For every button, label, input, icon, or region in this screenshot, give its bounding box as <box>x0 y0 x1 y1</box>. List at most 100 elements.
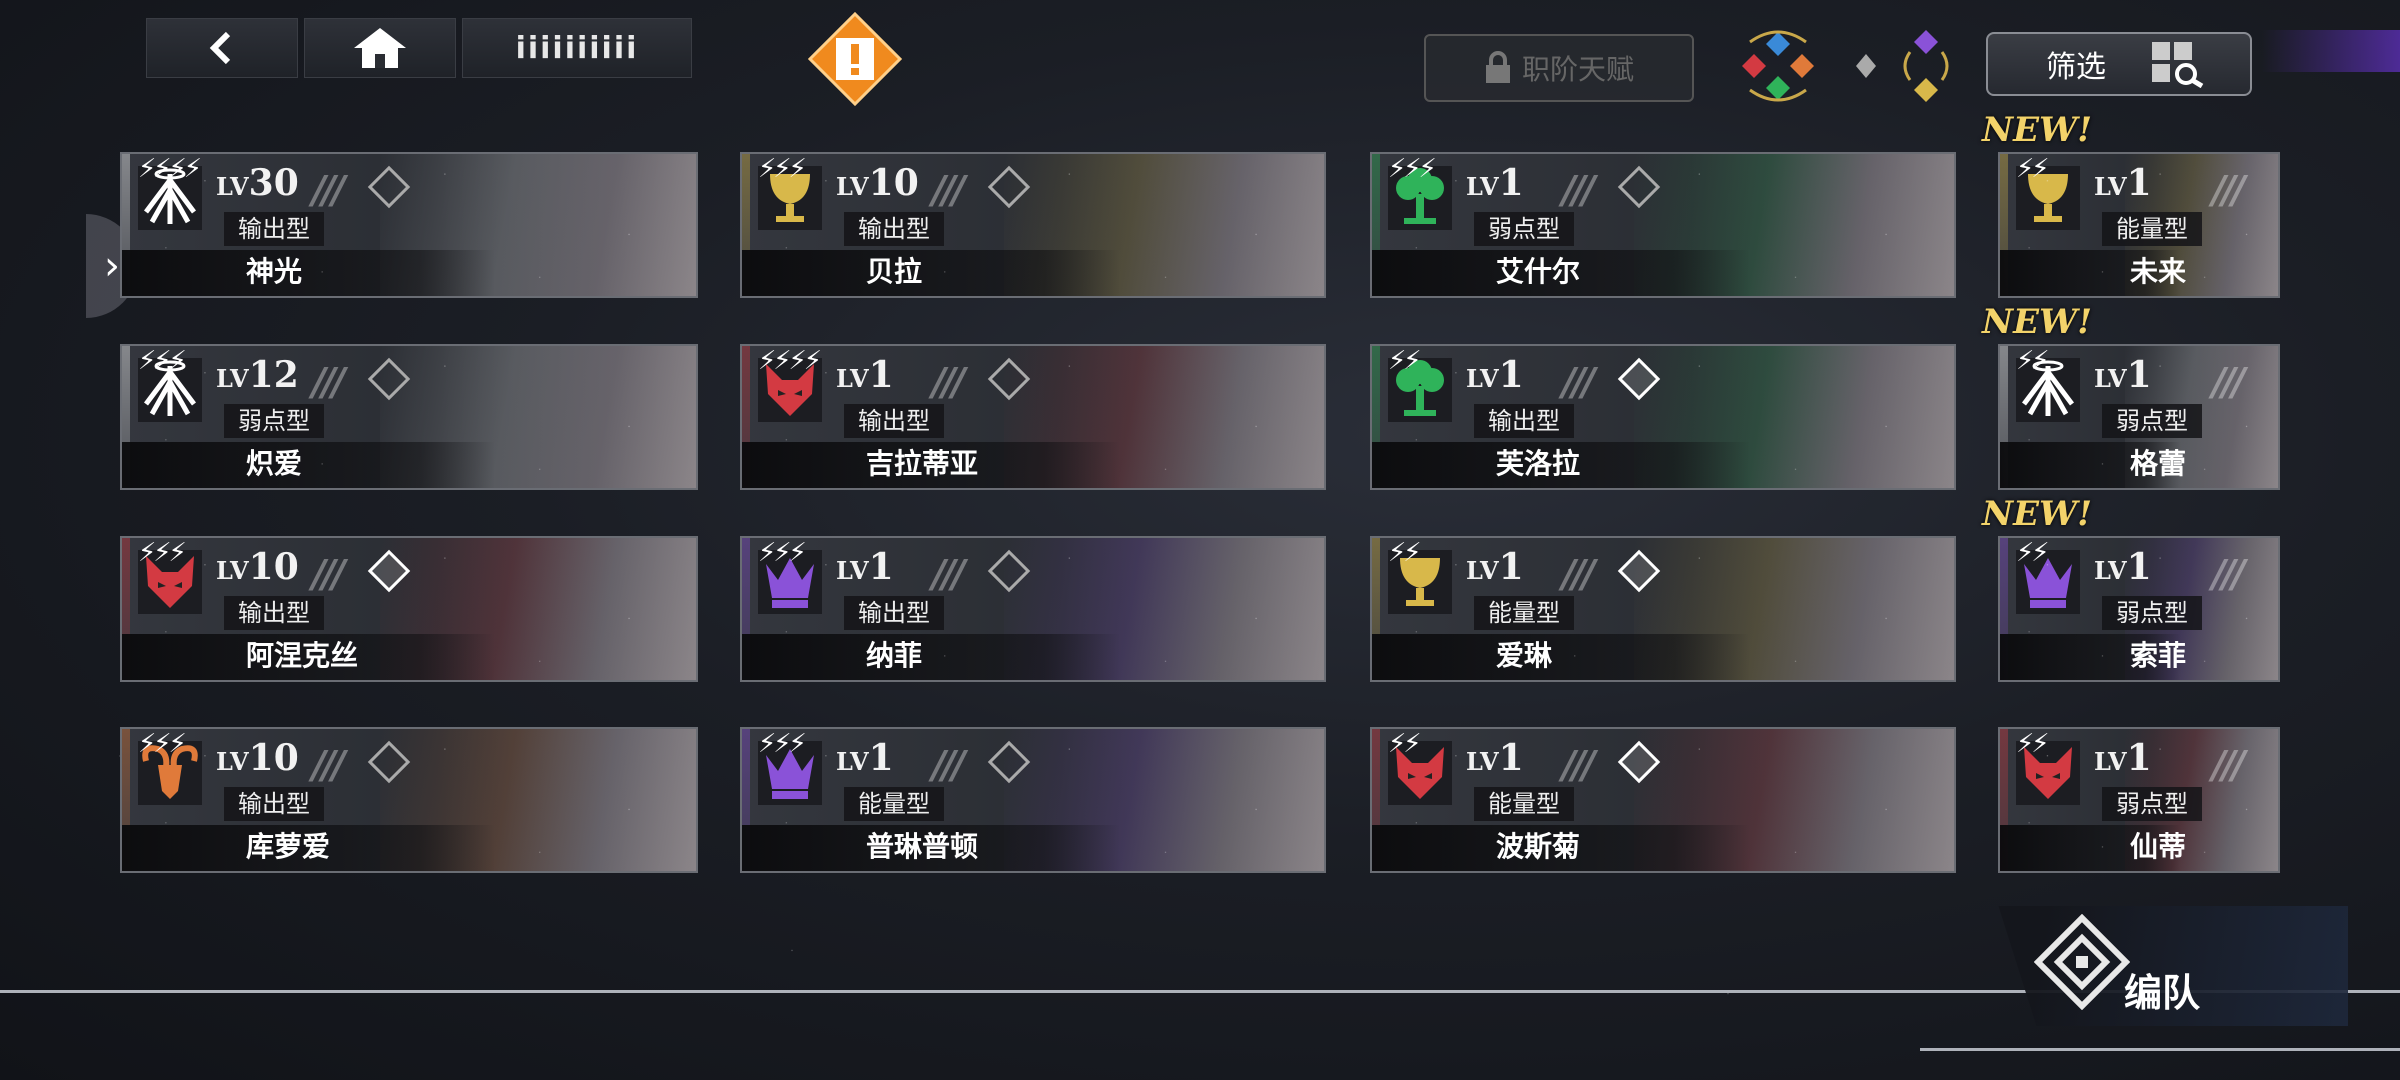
level-value: 1 <box>1498 737 1524 779</box>
level-value: 10 <box>868 162 919 204</box>
character-card[interactable]: LV1 /// 能量型 ⚡⚡ 爱琳 <box>1370 536 1956 682</box>
character-type: 输出型 <box>224 787 324 821</box>
level-value: 12 <box>248 354 299 396</box>
level-value: 1 <box>868 354 894 396</box>
level-value: 1 <box>1498 546 1524 588</box>
level-value: 1 <box>868 546 894 588</box>
class-talent-button[interactable]: 职阶天赋 <box>1424 34 1694 102</box>
character-type: 弱点型 <box>1474 212 1574 246</box>
character-card[interactable]: LV12 /// 弱点型 ⚡⚡⚡ 炽爱 <box>120 344 698 490</box>
tree-icon <box>1388 166 1452 230</box>
lock-icon <box>1485 51 1510 83</box>
character-name: 神光 <box>246 255 303 288</box>
alert-icon[interactable] <box>808 12 902 106</box>
new-badge: NEW! <box>1982 302 2093 342</box>
character-card[interactable]: LV1 /// 输出型 ⚡⚡ 芙洛拉 <box>1370 344 1956 490</box>
character-name: 仙蒂 <box>2130 830 2187 863</box>
rank-slash-icon: /// <box>932 552 966 596</box>
character-card[interactable]: LV10 /// 输出型 ⚡⚡⚡ 阿涅克丝 <box>120 536 698 682</box>
level-value: 1 <box>2126 354 2152 396</box>
character-type: 输出型 <box>844 596 944 630</box>
character-name: 纳菲 <box>866 639 923 672</box>
rank-slash-icon: /// <box>2212 168 2246 212</box>
character-card[interactable]: LV1 /// 弱点型 ⚡⚡⚡ 艾什尔 <box>1370 152 1956 298</box>
character-card[interactable]: LV1 /// 输出型 ⚡⚡⚡ 纳菲 <box>740 536 1326 682</box>
character-type: 能量型 <box>1474 596 1574 630</box>
character-type: 能量型 <box>1474 787 1574 821</box>
new-badge: NEW! <box>1982 110 2093 150</box>
wings-icon <box>138 358 202 422</box>
level-value: 1 <box>2126 546 2152 588</box>
character-name: 吉拉蒂亚 <box>866 447 979 480</box>
name-bar <box>1372 634 1751 680</box>
page-title: iiiiiiiiii <box>462 18 692 78</box>
team-formation-button[interactable]: 编队 <box>1968 906 2348 1026</box>
bottom-divider-secondary <box>1920 1048 2400 1051</box>
rank-slash-icon: /// <box>312 168 346 212</box>
character-level: LV1 <box>1466 546 1524 588</box>
level-value: 10 <box>248 737 299 779</box>
rank-slash-icon: /// <box>932 743 966 787</box>
character-card[interactable]: LV1 /// 能量型 ⚡⚡⚡ 普琳普顿 <box>740 727 1326 873</box>
filter-button[interactable]: 筛选 <box>1986 32 2252 96</box>
character-level: LV12 <box>216 354 299 396</box>
crown-icon <box>758 550 822 614</box>
team-formation-label: 编队 <box>2124 971 2201 1015</box>
character-card[interactable]: LV1 /// 弱点型 ⚡⚡ 索菲 <box>1998 536 2280 682</box>
character-card[interactable]: LV1 /// 输出型 ⚡⚡⚡⚡ 吉拉蒂亚 <box>740 344 1326 490</box>
wolf-icon <box>2016 741 2080 805</box>
formation-icon <box>2034 914 2130 1010</box>
purple-decoration <box>2262 30 2400 72</box>
rank-slash-icon: /// <box>2212 743 2246 787</box>
level-value: 1 <box>1498 162 1524 204</box>
character-type: 弱点型 <box>2102 596 2202 630</box>
level-value: 1 <box>2126 162 2152 204</box>
character-level: LV1 <box>2094 737 2152 779</box>
new-badge: NEW! <box>1982 494 2093 534</box>
character-name: 普琳普顿 <box>866 830 979 863</box>
character-name: 未来 <box>2130 255 2187 288</box>
chalice-icon <box>2016 166 2080 230</box>
character-type: 输出型 <box>224 212 324 246</box>
level-value: 1 <box>868 737 894 779</box>
character-name: 艾什尔 <box>1496 255 1581 288</box>
chevron-right-icon: › <box>104 243 120 289</box>
filter-label: 筛选 <box>2046 50 2106 85</box>
ram-icon <box>138 741 202 805</box>
rank-slash-icon: /// <box>1562 552 1596 596</box>
character-type: 输出型 <box>844 404 944 438</box>
rank-slash-icon: /// <box>932 168 966 212</box>
character-level: LV30 <box>216 162 299 204</box>
character-card[interactable]: LV1 /// 弱点型 ⚡⚡ 仙蒂 <box>1998 727 2280 873</box>
name-bar <box>742 250 1121 296</box>
rank-slash-icon: /// <box>312 360 346 404</box>
rank-slash-icon: /// <box>1562 360 1596 404</box>
character-card[interactable]: LV10 /// 输出型 ⚡⚡⚡ 库萝爱 <box>120 727 698 873</box>
character-level: LV10 <box>216 737 299 779</box>
character-card[interactable]: LV1 /// 弱点型 ⚡⚡ 格蕾 <box>1998 344 2280 490</box>
character-card[interactable]: LV1 /// 能量型 ⚡⚡ 波斯菊 <box>1370 727 1956 873</box>
rank-slash-icon: /// <box>312 552 346 596</box>
wings-icon <box>138 166 202 230</box>
character-card[interactable]: LV10 /// 输出型 ⚡⚡⚡ 贝拉 <box>740 152 1326 298</box>
character-type: 能量型 <box>844 787 944 821</box>
back-button[interactable] <box>146 18 298 78</box>
character-card[interactable]: LV30 /// 输出型 ⚡⚡⚡⚡ 神光 <box>120 152 698 298</box>
character-type: 输出型 <box>224 596 324 630</box>
home-button[interactable] <box>304 18 456 78</box>
character-name: 炽爱 <box>246 447 303 480</box>
class-talent-label: 职阶天赋 <box>1521 53 1634 86</box>
character-card[interactable]: LV1 /// 能量型 ⚡⚡ 未来 <box>1998 152 2280 298</box>
character-name: 库萝爱 <box>246 830 331 863</box>
level-value: 1 <box>1498 354 1524 396</box>
wolf-icon <box>138 550 202 614</box>
crown-icon <box>758 741 822 805</box>
name-bar <box>742 634 1121 680</box>
character-name: 格蕾 <box>2130 447 2187 480</box>
home-icon <box>354 28 406 68</box>
element-filter-icon[interactable] <box>1720 22 1960 108</box>
character-name: 爱琳 <box>1496 639 1553 672</box>
name-bar <box>122 250 496 296</box>
character-type: 输出型 <box>1474 404 1574 438</box>
character-name: 阿涅克丝 <box>246 639 359 672</box>
